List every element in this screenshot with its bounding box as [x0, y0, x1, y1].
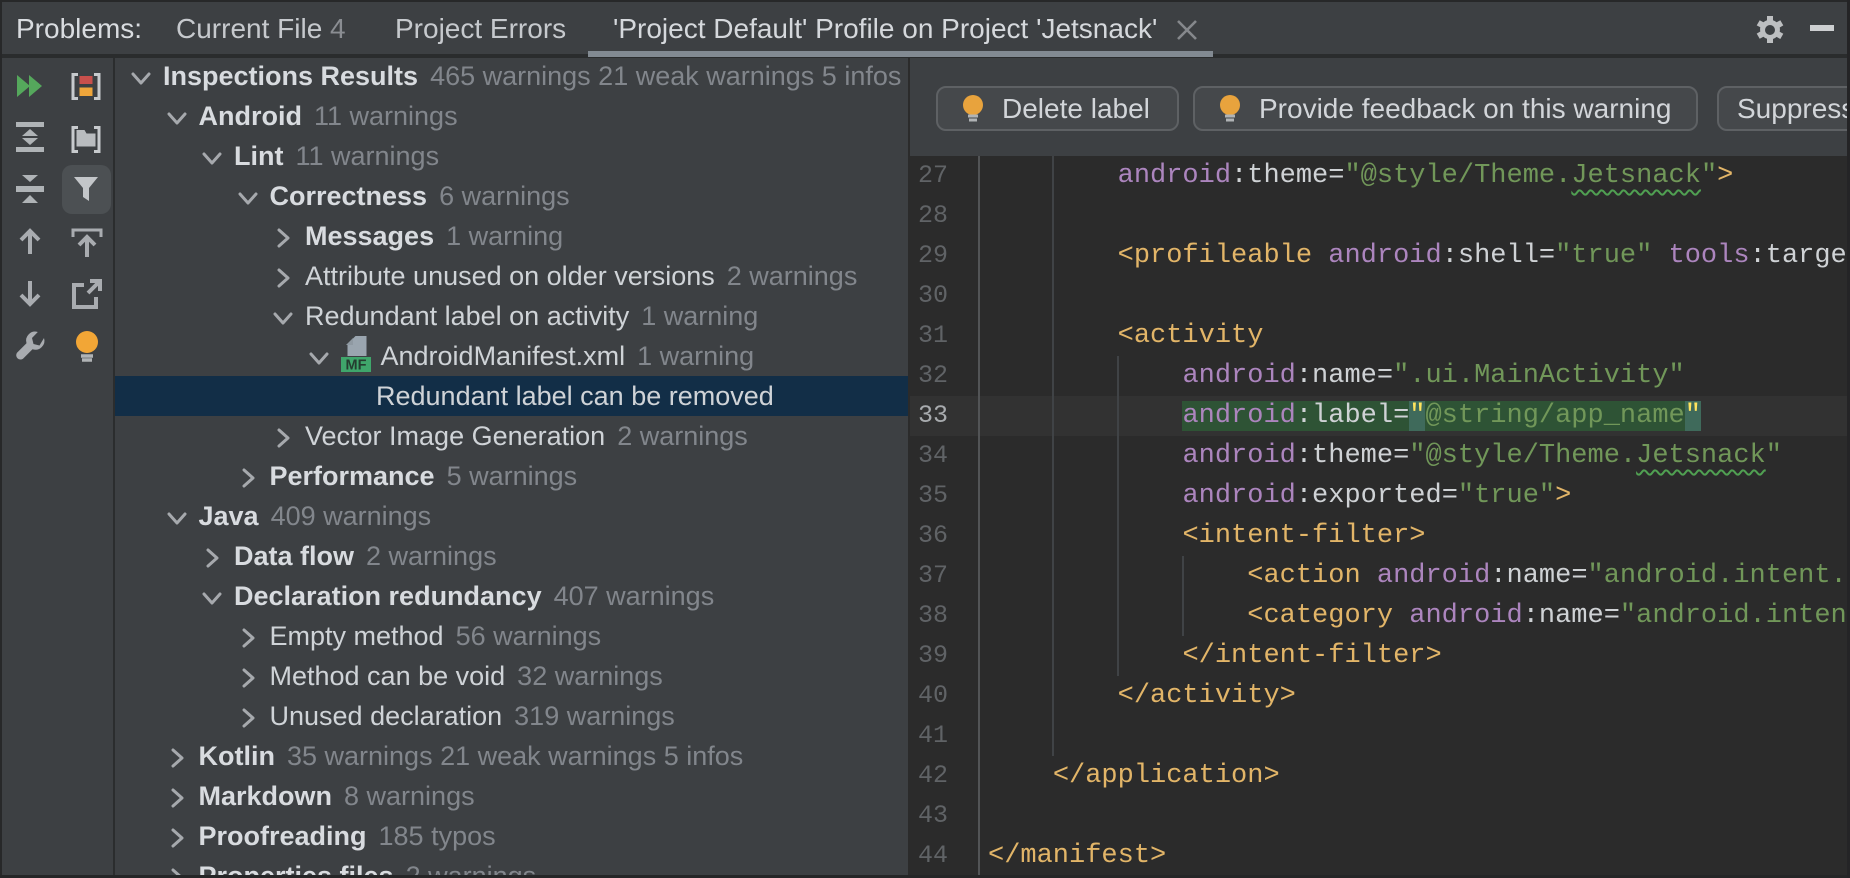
svg-text:MF: MF — [345, 357, 366, 373]
